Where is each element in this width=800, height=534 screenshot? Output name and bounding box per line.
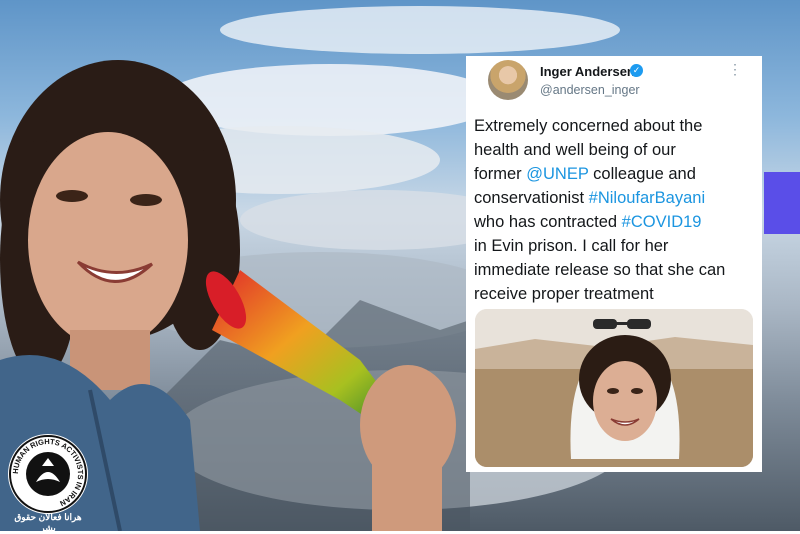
tweet-author-handle[interactable]: @andersen_inger (540, 83, 640, 97)
tweet-photo-illustration (475, 309, 753, 467)
tweet-text-segment: colleague and (588, 165, 696, 183)
tweet-author-name[interactable]: Inger Andersen (540, 64, 635, 79)
tweet-text-segment: in Evin prison. I call for her (474, 237, 669, 255)
tweet-text-segment: receive proper treatment (474, 285, 654, 303)
tweet-text-line: in Evin prison. I call for her (474, 234, 756, 258)
tweet-text-segment: immediate release so that she can (474, 261, 726, 279)
tweet-photo[interactable] (475, 309, 753, 467)
tweet-body: Extremely concerned about the health and … (474, 114, 756, 306)
tweet-text-line: Extremely concerned about the (474, 114, 756, 138)
tweet-text-line: receive proper treatment (474, 282, 756, 306)
hashtag-link[interactable]: #NiloufarBayani (589, 189, 705, 207)
organization-logo: HUMAN RIGHTS ACTIVISTS IN IRAN (6, 432, 90, 516)
tweet-text-segment: who has contracted (474, 213, 622, 231)
tweet-text-segment: Extremely concerned about the (474, 117, 703, 135)
avatar[interactable] (488, 60, 528, 100)
mention-link[interactable]: @UNEP (526, 165, 588, 183)
tweet-text-line: immediate release so that she can (474, 258, 756, 282)
tweet-text-line: former @UNEP colleague and (474, 162, 756, 186)
tweet-text-segment: conservationist (474, 189, 589, 207)
tweet-text-line: who has contracted #COVID19 (474, 210, 756, 234)
verified-badge-icon: ✓ (630, 64, 643, 77)
logo-emblem: HUMAN RIGHTS ACTIVISTS IN IRAN (8, 434, 88, 514)
more-options-icon[interactable]: ⋮ (728, 62, 742, 76)
tweet-header: Inger Andersen ✓ @andersen_inger ⋮ (478, 56, 750, 106)
hashtag-link[interactable]: #COVID19 (622, 213, 702, 231)
accent-bar (764, 172, 800, 234)
tweet-card: Inger Andersen ✓ @andersen_inger ⋮ Extre… (466, 56, 762, 472)
tweet-text-line: health and well being of our (474, 138, 756, 162)
tweet-text-segment: former (474, 165, 527, 183)
tweet-text-segment: health and well being of our (474, 141, 676, 159)
tweet-text-line: conservationist #NiloufarBayani (474, 186, 756, 210)
